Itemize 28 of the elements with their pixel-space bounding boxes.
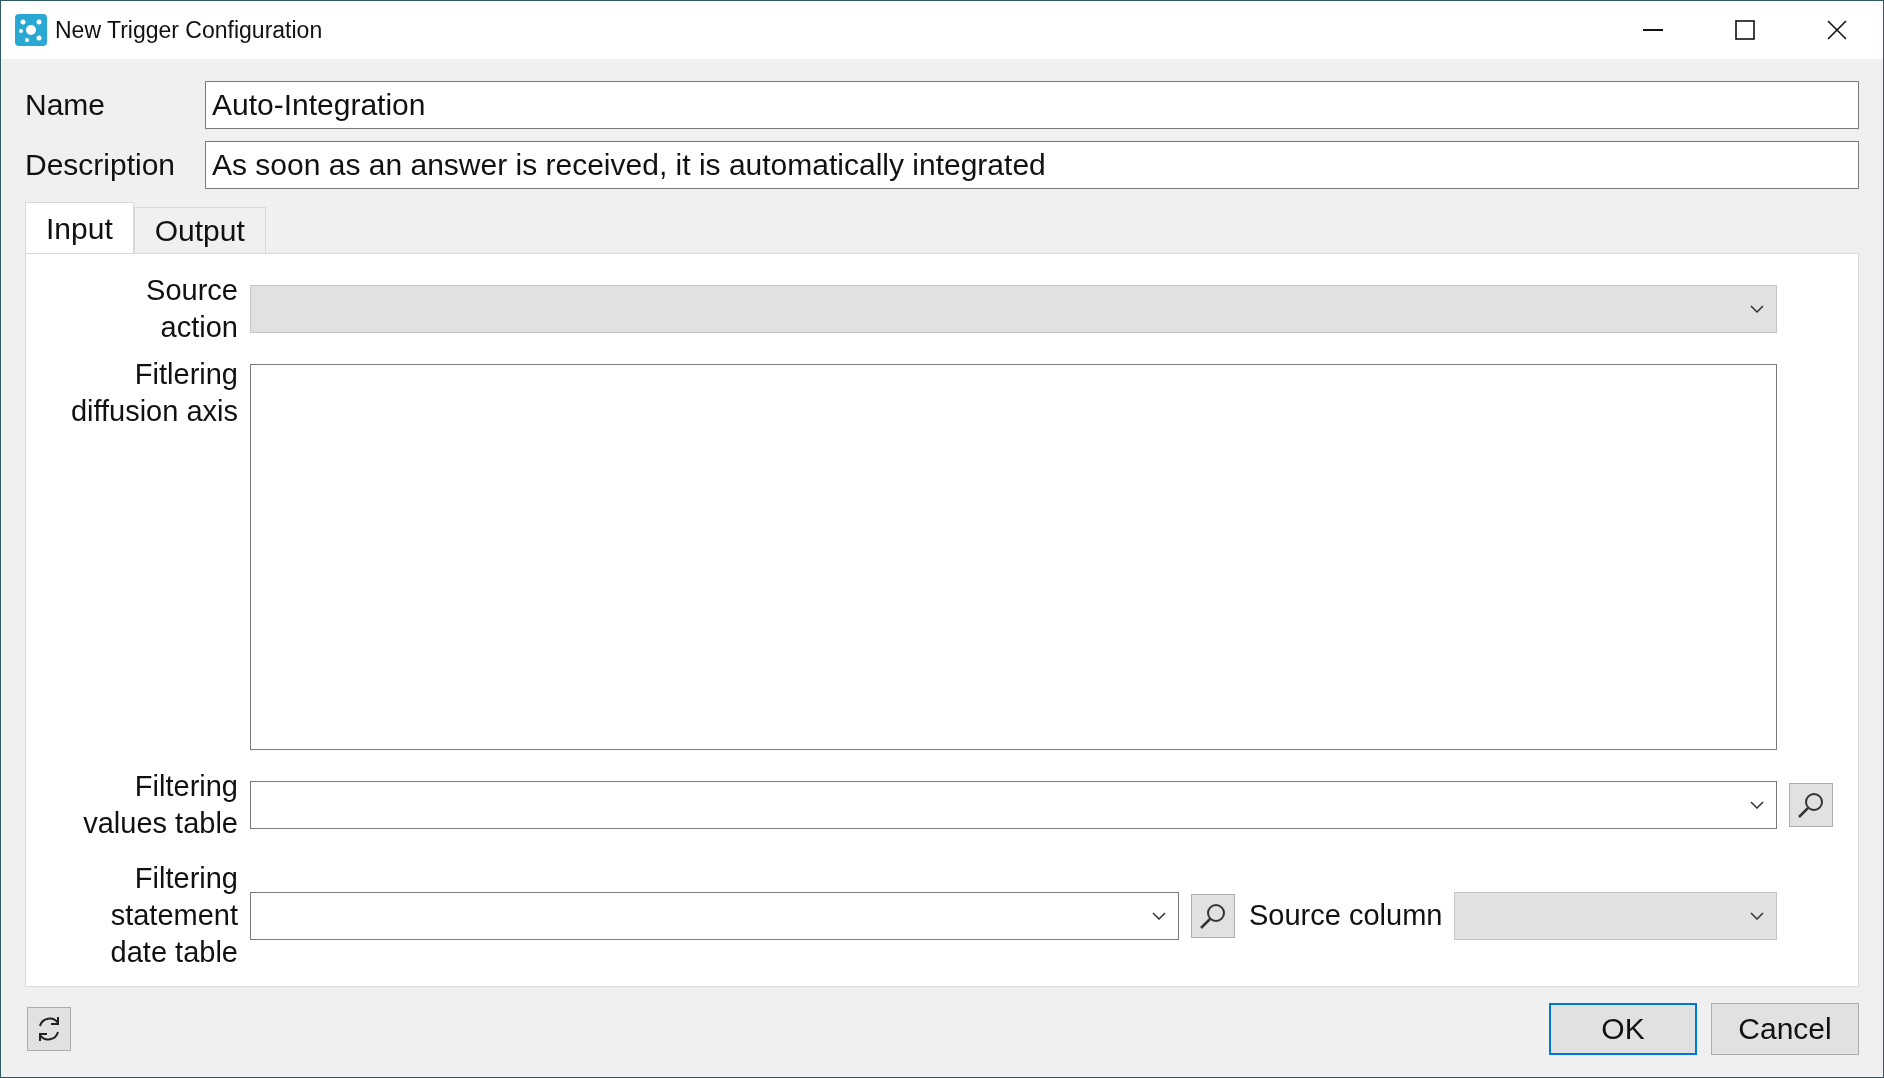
tab[interactable]: Input	[25, 202, 134, 254]
minimize-icon	[1643, 29, 1663, 31]
field-label: Source column	[1249, 899, 1443, 932]
chevron-down-icon	[1750, 911, 1764, 920]
chevron-down-icon	[1750, 801, 1764, 809]
close-icon	[1827, 20, 1847, 40]
search-button[interactable]	[1789, 783, 1833, 827]
tab[interactable]: Output	[133, 207, 266, 253]
cancel-button[interactable]: Cancel	[1711, 1003, 1859, 1055]
search-button[interactable]	[1191, 893, 1235, 938]
chevron-down-icon	[1152, 911, 1166, 920]
refresh-button[interactable]	[27, 1007, 71, 1051]
chevron-down-icon	[1750, 305, 1764, 313]
text-field[interactable]: As soon as an answer is received, it is automatically integrated	[205, 141, 1859, 189]
app-logo-icon	[15, 14, 47, 46]
field-label: Source action	[145, 273, 239, 345]
ok-button[interactable]: OK	[1549, 1003, 1697, 1055]
field-label: Description	[25, 148, 177, 182]
maximize-icon	[1735, 20, 1755, 40]
text-field[interactable]: Auto-Integration	[205, 81, 1859, 129]
dropdown-field[interactable]	[250, 781, 1777, 829]
dropdown-field[interactable]	[250, 891, 1179, 940]
field-label: Filtering statement date table	[109, 861, 239, 970]
field-label: Filtering values table	[82, 769, 239, 841]
window-title: New Trigger Configuration	[55, 16, 324, 44]
field-label: Fitlering diffusion axis	[69, 357, 239, 429]
search-icon	[1796, 790, 1826, 820]
field-label: Name	[25, 88, 107, 122]
